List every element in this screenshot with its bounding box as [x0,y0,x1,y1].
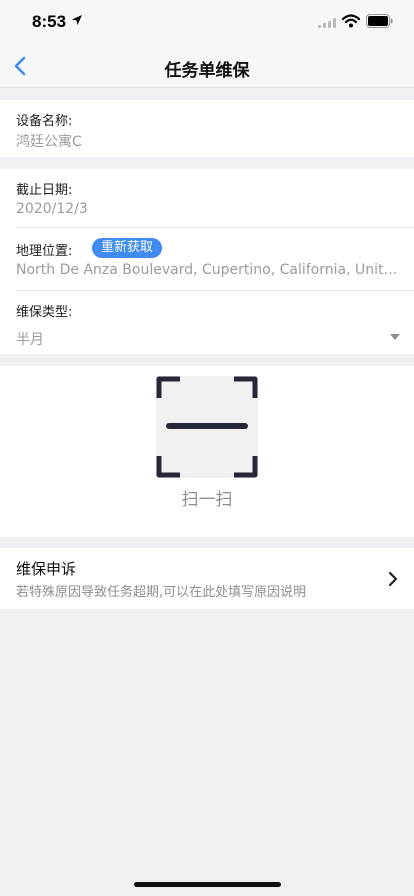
location-arrow-icon [72,15,82,25]
signal-icon [318,18,336,28]
page-title: 任务单维保 [164,61,250,81]
appeal-title: 维保申诉 [16,560,77,578]
home-indicator [134,882,281,887]
divider [16,290,414,291]
appeal-row[interactable]: 维保申诉 若特殊原因导致任务超期,可以在此处填写原因说明 [0,548,414,609]
device-section: 设备名称: 鸿廷公寓C [0,100,414,157]
scan-section: 扫一扫 [0,366,414,537]
scan-button[interactable] [156,376,258,478]
battery-icon [366,14,393,28]
deadline-value: 2020/12/3 [16,201,88,217]
chevron-right-icon [388,571,398,587]
location-value: North De Anza Boulevard, Cupertino, Cali… [16,262,401,278]
status-bar: 8:53 [0,0,414,44]
location-label: 地理位置: [16,244,73,259]
details-section: 截止日期: 2020/12/3 地理位置: 重新获取 North De Anza… [0,169,414,354]
caret-down-icon[interactable] [390,334,400,340]
divider [16,227,414,228]
appeal-description: 若特殊原因导致任务超期,可以在此处填写原因说明 [16,585,307,600]
device-name-value: 鸿廷公寓C [16,134,82,150]
scan-label[interactable]: 扫一扫 [0,485,414,510]
refresh-location-button[interactable]: 重新获取 [92,238,162,258]
navigation-bar: 任务单维保 [0,44,414,88]
scan-frame-icon [156,376,258,478]
maintenance-type-label: 维保类型: [16,305,73,320]
maintenance-type-value[interactable]: 半月 [16,329,376,349]
device-name-label: 设备名称: [16,114,73,129]
wifi-icon [342,14,360,28]
status-time: 8:53 [32,12,67,31]
deadline-label: 截止日期: [16,183,73,198]
